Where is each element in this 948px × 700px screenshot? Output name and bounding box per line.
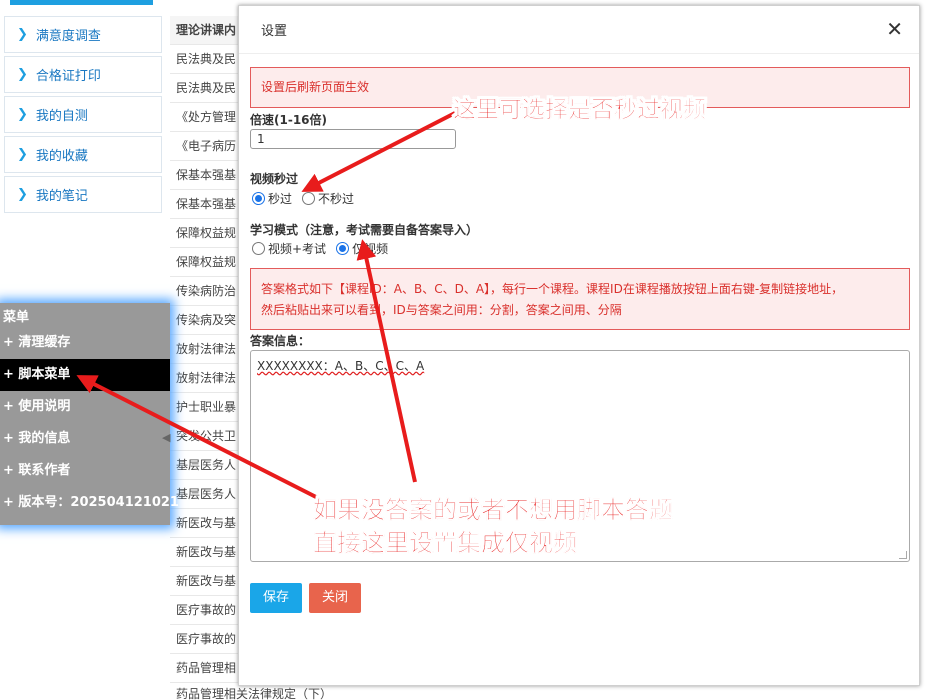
answer-value: XXXXXXXX：A、B、C、C、A bbox=[257, 359, 425, 373]
radio-checked-icon[interactable] bbox=[336, 242, 350, 255]
table-row[interactable]: 基层医务人 bbox=[170, 451, 242, 480]
sidebar-item-label: 我的自测 bbox=[35, 109, 88, 124]
table-row-partial[interactable]: 药品管理相关法律规定（下） bbox=[176, 685, 332, 700]
dialog-title: 设置 bbox=[261, 24, 288, 39]
table-header: 理论讲课内 bbox=[170, 16, 242, 45]
table-row[interactable]: 基层医务人 bbox=[170, 480, 242, 509]
course-table: 理论讲课内 民法典及民 民法典及民 《处方管理 《电子病历 保基本强基 保基本强… bbox=[170, 16, 242, 700]
sidebar-item-label: 满意度调查 bbox=[35, 29, 101, 44]
speed-input[interactable]: 1 bbox=[250, 129, 456, 149]
sidebar-item-self-test[interactable]: ❯ 我的自测 bbox=[4, 96, 162, 133]
radio-unchecked-icon[interactable] bbox=[252, 242, 265, 255]
table-row[interactable]: 保障权益规 bbox=[170, 248, 242, 277]
menu-item-contact-author[interactable]: + 联系作者 bbox=[0, 455, 170, 487]
radio-checked-icon[interactable] bbox=[252, 192, 265, 205]
sidebar-item-label: 合格证打印 bbox=[35, 69, 101, 84]
answer-label: 答案信息： bbox=[250, 334, 311, 348]
table-row[interactable]: 护士职业暴 bbox=[170, 393, 242, 422]
skip-radio-no[interactable]: 不秒过 bbox=[302, 190, 354, 207]
table-row[interactable]: 突发公共卫 bbox=[170, 422, 242, 451]
radio-unchecked-icon[interactable] bbox=[302, 192, 316, 205]
script-menu-panel: 菜单 + 清理缓存 + 脚本菜单 + 使用说明 + 我的信息 + 联系作者 + … bbox=[0, 303, 179, 525]
table-row[interactable]: 保障权益规 bbox=[170, 219, 242, 248]
table-row[interactable]: 保基本强基 bbox=[170, 161, 242, 190]
top-nav-bar[interactable] bbox=[10, 0, 153, 5]
table-row[interactable]: 新医改与基 bbox=[170, 567, 242, 596]
table-row[interactable]: 药品管理相 bbox=[170, 654, 242, 683]
chevron-right-icon: ❯ bbox=[17, 67, 28, 82]
table-row[interactable]: 医疗事故的 bbox=[170, 625, 242, 654]
menu-item-instructions[interactable]: + 使用说明 bbox=[0, 391, 170, 423]
mode-radio-video-exam[interactable]: 视频+考试 bbox=[252, 240, 326, 257]
sidebar-item-certificate[interactable]: ❯ 合格证打印 bbox=[4, 56, 162, 93]
table-row[interactable]: 放射法律法 bbox=[170, 335, 242, 364]
skip-label: 视频秒过 bbox=[250, 172, 299, 186]
table-row[interactable]: 新医改与基 bbox=[170, 538, 242, 567]
sidebar-item-favorites[interactable]: ❯ 我的收藏 bbox=[4, 136, 162, 173]
table-row[interactable]: 新医改与基 bbox=[170, 509, 242, 538]
menu-title: 菜单 bbox=[3, 310, 30, 325]
mode-radio-video-only[interactable]: 仅视频 bbox=[336, 240, 388, 257]
close-icon[interactable]: ✕ bbox=[886, 19, 903, 39]
menu-item-script-menu[interactable]: + 脚本菜单 bbox=[0, 359, 170, 391]
table-row[interactable]: 民法典及民 bbox=[170, 45, 242, 74]
collapse-caret-icon[interactable]: ◀ bbox=[162, 431, 170, 444]
chevron-right-icon: ❯ bbox=[17, 27, 28, 42]
annotation-video-only: 如果没答案的或者不想用脚本答题 直接这里设置集成仅视频 bbox=[313, 496, 674, 558]
chevron-right-icon: ❯ bbox=[17, 147, 28, 162]
sidebar-item-label: 我的收藏 bbox=[35, 149, 88, 164]
table-row[interactable]: 医疗事故的 bbox=[170, 596, 242, 625]
close-button[interactable]: 关闭 bbox=[309, 583, 362, 613]
sidebar-item-notes[interactable]: ❯ 我的笔记 bbox=[4, 176, 162, 213]
table-row[interactable]: 保基本强基 bbox=[170, 190, 242, 219]
table-row[interactable]: 民法典及民 bbox=[170, 74, 242, 103]
page: ❯ 满意度调查 ❯ 合格证打印 ❯ 我的自测 ❯ 我的收藏 ❯ 我的笔记 理论讲课内 民法… bbox=[0, 0, 948, 700]
table-row[interactable]: 放射法律法 bbox=[170, 364, 242, 393]
save-button[interactable]: 保存 bbox=[250, 583, 303, 613]
mode-label: 学习模式（注意，考试需要自备答案导入） bbox=[250, 223, 479, 237]
sidebar-item-label: 我的笔记 bbox=[35, 189, 88, 204]
chevron-right-icon: ❯ bbox=[17, 107, 28, 122]
table-row[interactable]: 传染病及突 bbox=[170, 306, 242, 335]
table-row[interactable]: 《处方管理 bbox=[170, 103, 242, 132]
menu-item-version: + 版本号：202504121021 bbox=[3, 495, 179, 510]
table-row[interactable]: 传染病防治 bbox=[170, 277, 242, 306]
menu-item-clear-cache[interactable]: + 清理缓存 bbox=[0, 327, 170, 359]
sidebar-item-survey[interactable]: ❯ 满意度调查 bbox=[4, 16, 162, 53]
table-row[interactable]: 《电子病历 bbox=[170, 132, 242, 161]
speed-label: 倍速(1-16倍) bbox=[250, 113, 327, 127]
answer-format-note: 答案格式如下【课程ID：A、B、C、D、A】，每行一个课程。课程ID在课程播放按… bbox=[250, 268, 910, 330]
chevron-right-icon: ❯ bbox=[17, 187, 28, 202]
skip-radio-yes[interactable]: 秒过 bbox=[252, 190, 292, 207]
annotation-skip-video: 这里可选择是否秒过视频 bbox=[453, 97, 707, 124]
resize-grip-icon[interactable] bbox=[899, 551, 907, 559]
menu-item-my-info[interactable]: + 我的信息 bbox=[0, 423, 170, 455]
